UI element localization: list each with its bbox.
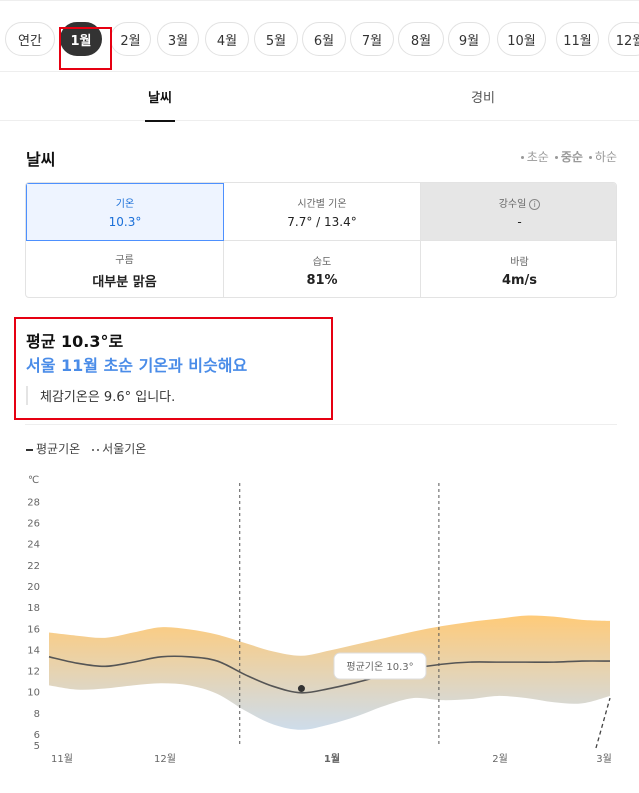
y-tick-label: 14 — [27, 645, 40, 656]
legend-seoul-swatch — [92, 448, 100, 451]
stat-temp-label: 기온 — [115, 199, 135, 210]
stat-wind-label: 바람 — [510, 256, 529, 268]
y-tick-label: 5 — [34, 741, 40, 752]
marker-tooltip-label: 평균기온 10.3° — [346, 661, 413, 673]
temperature-range-band — [49, 615, 610, 730]
stat-rain[interactable]: 강수일 i - — [421, 183, 616, 241]
y-tick-label: 28 — [27, 497, 40, 508]
weather-stats-grid: 기온 10.3° 시간별 기온 7.7° / 13.4° 강수일 i - 구름 대… — [25, 182, 617, 298]
month-chip[interactable]: 3월 — [157, 22, 199, 56]
month-chip[interactable]: 12월 — [608, 22, 639, 56]
stat-hourly-value: 7.7° / 13.4° — [287, 214, 357, 229]
season-option[interactable]: 하순 — [588, 148, 617, 165]
month-selector: 연간1월2월3월4월5월6월7월8월9월10월 11월 12월 — [0, 0, 639, 72]
stat-wind-value: 4m/s — [501, 272, 538, 288]
y-tick-label: 12 — [27, 667, 40, 678]
month-chip[interactable]: 1월 — [60, 22, 102, 56]
x-tick-label: 1월 — [324, 753, 340, 765]
stat-hourly-label: 시간별 기온 — [297, 198, 347, 210]
temperature-summary: 평균 10.3°로 서울 11월 초순 기온과 비슷해요 체감기온은 9.6° … — [14, 317, 333, 420]
month-chip[interactable]: 5월 — [254, 22, 298, 56]
x-tick-label: 11월 — [51, 753, 73, 765]
x-tick-label: 12월 — [154, 753, 176, 765]
x-tick-label: 2월 — [492, 753, 508, 765]
seoul-temp-line — [595, 697, 611, 749]
stat-temp[interactable]: 기온 10.3° — [26, 183, 224, 241]
summary-comparison: 서울 11월 초순 기온과 비슷해요 — [26, 356, 248, 375]
stat-rain-value: - — [517, 214, 522, 229]
month-chip[interactable]: 11월 — [556, 22, 599, 56]
stat-cloud-value: 대부분 맑음 — [92, 274, 157, 290]
month-chip[interactable]: 7월 — [350, 22, 394, 56]
y-tick-label: 6 — [34, 730, 40, 741]
stat-cloud[interactable]: 구름 대부분 맑음 — [26, 241, 224, 297]
tab-weather[interactable]: 날씨 — [120, 72, 200, 121]
month-chip[interactable]: 6월 — [302, 22, 346, 56]
y-tick-label: 8 — [34, 709, 40, 720]
legend-avg-swatch — [26, 448, 33, 451]
bullet-icon — [588, 156, 592, 159]
month-chip[interactable]: 연간 — [5, 22, 55, 56]
divider — [25, 424, 617, 425]
stat-hourly[interactable]: 시간별 기온 7.7° / 13.4° — [224, 183, 421, 241]
y-tick-label: 22 — [27, 561, 40, 572]
y-tick-label: 26 — [27, 519, 40, 530]
summary-average: 평균 10.3°로 — [26, 332, 124, 351]
bullet-icon — [554, 156, 558, 159]
y-tick-label: 18 — [27, 603, 40, 614]
legend-avg: 평균기온 — [26, 440, 80, 457]
y-tick-label: 20 — [27, 582, 40, 593]
season-option-label: 초순 — [526, 150, 549, 164]
stat-rain-label: 강수일 i — [499, 195, 541, 210]
chart-legend: 평균기온 서울기온 — [26, 440, 146, 457]
month-chip[interactable]: 2월 — [110, 22, 151, 56]
season-option[interactable]: 중순 — [554, 148, 583, 165]
temperature-chart: ℃ 56 8 10 12 14 16 18 20 22 24 26 28 평균기온 10.3° 11월 12월… — [27, 475, 612, 765]
tab-bar: 날씨 경비 — [0, 72, 639, 121]
y-tick-label: 24 — [27, 540, 40, 551]
section-title: 날씨 — [26, 150, 56, 169]
y-tick-label: 16 — [27, 624, 40, 635]
bullet-icon — [520, 156, 524, 159]
season-option-label: 중순 — [560, 150, 583, 164]
legend-avg-label: 평균기온 — [36, 442, 81, 456]
info-icon[interactable]: i — [529, 198, 541, 210]
tab-cost[interactable]: 경비 — [443, 72, 523, 121]
y-axis-unit: ℃ — [28, 475, 39, 486]
stat-temp-value: 10.3° — [108, 215, 142, 229]
legend-seoul: 서울기온 — [92, 440, 146, 457]
month-chip[interactable]: 10월 — [497, 22, 546, 56]
y-tick-label: 10 — [27, 688, 40, 699]
stat-wind[interactable]: 바람 4m/s — [421, 241, 616, 297]
stat-humidity-label: 습도 — [312, 256, 332, 268]
month-chip[interactable]: 4월 — [205, 22, 249, 56]
season-filter: 초순 중순 하순 — [520, 148, 617, 165]
season-option-label: 하순 — [594, 150, 617, 164]
season-option[interactable]: 초순 — [520, 148, 549, 165]
stat-humidity[interactable]: 습도 81% — [224, 241, 421, 297]
summary-feels-like: 체감기온은 9.6° 입니다. — [26, 386, 175, 405]
stat-humidity-value: 81% — [306, 272, 338, 288]
current-marker — [297, 685, 305, 693]
x-tick-label: 3월 — [596, 753, 612, 765]
month-chip[interactable]: 9월 — [448, 22, 490, 56]
stat-cloud-label: 구름 — [115, 254, 134, 266]
legend-seoul-label: 서울기온 — [102, 442, 147, 456]
month-chip[interactable]: 8월 — [398, 22, 444, 56]
